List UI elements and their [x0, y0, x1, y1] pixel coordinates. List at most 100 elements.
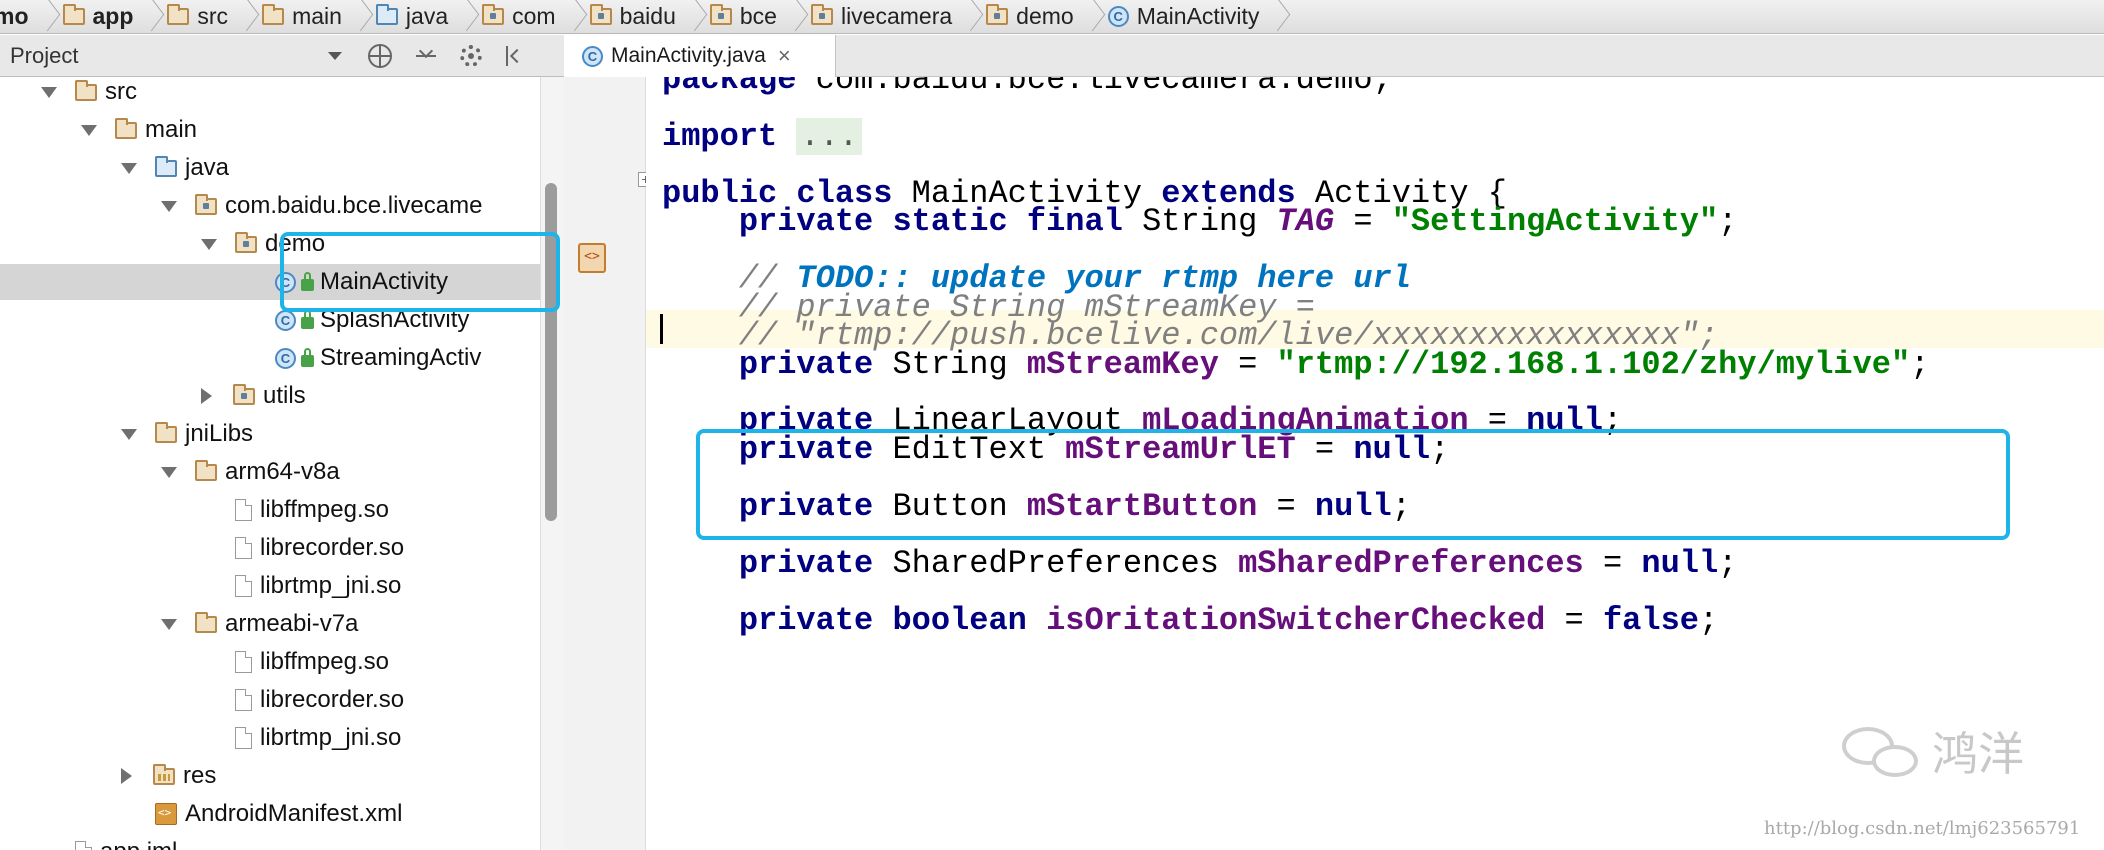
tree-item-label: res — [183, 762, 217, 789]
tree-item-main[interactable]: main — [0, 112, 540, 148]
tree-item-jnilibs[interactable]: jniLibs — [0, 416, 540, 452]
keyword: import — [662, 117, 778, 155]
collapsed-arrow-icon[interactable] — [201, 388, 212, 404]
scroll-from-source-icon[interactable] — [368, 43, 392, 68]
breadcrumb-label: mo — [0, 3, 29, 29]
close-icon[interactable]: × — [778, 43, 791, 69]
breadcrumb-item-mo[interactable]: mo — [0, 0, 63, 33]
project-view-selector[interactable]: Project — [10, 43, 328, 69]
tree-item-androidmanifest-xml[interactable]: AndroidManifest.xml — [0, 796, 540, 832]
breadcrumb-label: livecamera — [840, 3, 953, 29]
tree-item-librtmp-jni-so[interactable]: librtmp_jni.so — [0, 720, 540, 756]
class-icon: C — [275, 309, 296, 331]
expanded-arrow-icon[interactable] — [81, 124, 97, 136]
keyword: false — [1602, 601, 1699, 639]
package-icon — [589, 4, 612, 25]
tree-item-label: arm64-v8a — [225, 458, 340, 485]
folder-icon — [195, 611, 217, 633]
public-access-icon — [301, 348, 314, 367]
collapsed-arrow-icon[interactable] — [121, 768, 132, 784]
class-icon: C — [1107, 6, 1129, 27]
tree-item-arm64-v8a[interactable]: arm64-v8a — [0, 454, 540, 490]
breadcrumb-item-main[interactable]: main — [262, 0, 376, 33]
tree-item-com-baidu-bce-livecame[interactable]: com.baidu.bce.livecame — [0, 188, 540, 224]
tree-item-label: libffmpeg.so — [260, 648, 389, 675]
tree-item-label: armeabi-v7a — [225, 610, 359, 637]
tree-item-label: AndroidManifest.xml — [185, 800, 403, 827]
tree-item-armeabi-v7a[interactable]: armeabi-v7a — [0, 606, 540, 642]
breadcrumb-separator-icon — [1082, 0, 1098, 33]
highlight-box-stream-key — [696, 429, 2010, 540]
breadcrumb-item-livecamera[interactable]: livecamera — [810, 0, 986, 33]
expanded-arrow-icon[interactable] — [161, 466, 177, 478]
breadcrumb-item-app[interactable]: app — [62, 0, 168, 33]
breadcrumb-separator-icon — [960, 0, 976, 33]
chevron-down-icon[interactable] — [328, 51, 342, 60]
breadcrumb-item-bce[interactable]: bce — [709, 0, 811, 33]
editor-tab-bar: C MainActivity.java × — [564, 35, 2104, 77]
breadcrumb-separator-icon — [236, 0, 252, 33]
project-tree: src main java com.baidu.bce.livecame demo C Ma… — [0, 77, 540, 850]
tree-item-utils[interactable]: utils — [0, 378, 540, 414]
expanded-arrow-icon[interactable] — [201, 238, 217, 250]
tree-item-label: librtmp_jni.so — [260, 724, 402, 751]
settings-gear-icon[interactable] — [460, 44, 482, 67]
tree-item-java[interactable]: java — [0, 150, 540, 186]
project-scrollbar[interactable] — [540, 77, 565, 850]
source-folder-icon — [155, 155, 177, 177]
tree-item-label: StreamingActiv — [320, 344, 482, 371]
code-text: String — [873, 345, 1027, 383]
breadcrumb-item-java[interactable]: java — [375, 0, 482, 33]
tree-item-src[interactable]: src — [0, 77, 540, 110]
tree-item-librecorder-so[interactable]: librecorder.so — [0, 682, 540, 718]
file-icon — [75, 841, 92, 850]
navigation-breadcrumb: mo app src main java com baidu bce livecamera dem… — [0, 0, 2104, 34]
tree-item-libffmpeg-so[interactable]: libffmpeg.so — [0, 644, 540, 680]
breadcrumb-item-mainactivity[interactable]: C MainActivity — [1107, 0, 1294, 33]
keyword: null — [1641, 544, 1719, 582]
breadcrumb-item-com[interactable]: com — [482, 0, 589, 33]
tree-item-label: main — [145, 116, 198, 143]
expanded-arrow-icon[interactable] — [41, 86, 57, 98]
folded-imports[interactable]: ... — [796, 117, 863, 155]
expanded-arrow-icon[interactable] — [161, 618, 177, 630]
breadcrumb-label: bce — [739, 3, 777, 29]
tree-item-streamingactiv[interactable]: C StreamingActiv — [0, 340, 540, 376]
package-icon — [195, 193, 217, 215]
project-panel-header: Project — [0, 35, 564, 77]
tree-item-libffmpeg-so[interactable]: libffmpeg.so — [0, 492, 540, 528]
expanded-arrow-icon[interactable] — [161, 200, 177, 212]
expanded-arrow-icon[interactable] — [121, 162, 137, 174]
tree-item-librtmp-jni-so[interactable]: librtmp_jni.so — [0, 568, 540, 604]
package-icon — [235, 231, 257, 253]
collapse-all-icon[interactable] — [414, 44, 438, 68]
tab-main-activity[interactable]: C MainActivity.java × — [564, 35, 836, 77]
tree-item-label: librecorder.so — [260, 534, 405, 561]
tree-item-app-iml[interactable]: app.iml — [0, 834, 540, 850]
code-text: = — [1334, 203, 1392, 241]
resource-folder-icon — [153, 763, 175, 785]
hide-panel-icon[interactable] — [504, 44, 528, 68]
folder-icon — [195, 459, 217, 481]
highlight-box-main-activity — [280, 232, 560, 312]
breadcrumb-item-src[interactable]: src — [167, 0, 262, 33]
tree-item-label: utils — [263, 382, 306, 409]
breadcrumb-label: app — [92, 3, 134, 29]
code-text: = — [1583, 544, 1642, 582]
tree-item-librecorder-so[interactable]: librecorder.so — [0, 530, 540, 566]
editor-gutter[interactable]: <> — [564, 77, 653, 850]
breadcrumb-separator-icon — [350, 0, 366, 33]
code-text: com.baidu.bce.livecamera.demo; — [796, 77, 1392, 98]
tree-item-res[interactable]: res — [0, 758, 540, 794]
expanded-arrow-icon[interactable] — [121, 428, 137, 440]
package-icon — [233, 383, 255, 405]
breadcrumb-item-demo[interactable]: demo — [986, 0, 1108, 33]
folder-icon — [167, 4, 190, 25]
breadcrumb-item-baidu[interactable]: baidu — [589, 0, 710, 33]
override-marker-icon[interactable]: <> — [578, 243, 606, 273]
code-text: ; — [1910, 345, 1930, 383]
keyword: private — [738, 345, 874, 383]
breadcrumb-separator-icon — [141, 0, 157, 33]
breadcrumb-separator-icon — [684, 0, 700, 33]
